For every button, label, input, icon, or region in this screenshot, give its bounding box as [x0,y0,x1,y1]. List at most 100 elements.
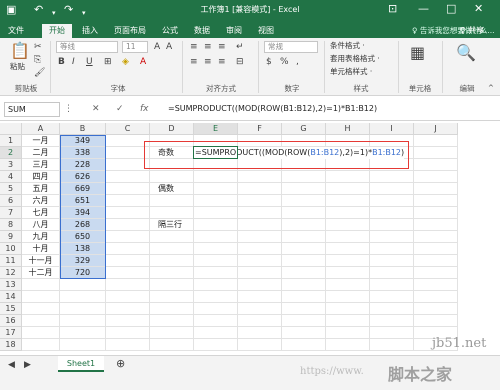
row-header-12[interactable]: 12 [0,267,22,279]
cell[interactable] [414,135,458,147]
paste-icon[interactable]: 📋 [10,42,30,60]
collapse-ribbon-icon[interactable]: ^ [488,82,494,94]
cell[interactable] [150,267,194,279]
cell[interactable] [60,339,106,351]
cells-icon[interactable]: ▦ [410,44,425,62]
cell[interactable] [194,339,238,351]
cell-a6[interactable]: 六月 [22,195,60,207]
row-header-15[interactable]: 15 [0,303,22,315]
maximize-icon[interactable]: □ [446,2,456,16]
cell[interactable] [150,279,194,291]
align-middle-icon[interactable]: ≡ [204,41,212,53]
cell[interactable] [106,171,150,183]
cell[interactable] [106,255,150,267]
cell-a2[interactable]: 二月 [22,147,60,159]
cell[interactable] [238,183,282,195]
wrap-text-icon[interactable]: ↵ [236,41,244,53]
cell[interactable] [150,315,194,327]
column-header-e[interactable]: E [194,123,238,135]
column-header-d[interactable]: D [150,123,194,135]
cell[interactable] [326,231,370,243]
column-header-h[interactable]: H [326,123,370,135]
align-right-icon[interactable]: ≡ [218,56,226,68]
cell-a3[interactable]: 三月 [22,159,60,171]
comma-style-icon[interactable]: , [296,56,299,68]
cell[interactable] [238,171,282,183]
cell[interactable] [370,327,414,339]
cell[interactable] [238,231,282,243]
cell[interactable] [414,183,458,195]
row-header-10[interactable]: 10 [0,243,22,255]
cell[interactable] [282,231,326,243]
cell[interactable] [282,327,326,339]
tab-page-layout[interactable]: 页面布局 [108,24,152,38]
cell[interactable] [150,327,194,339]
cell[interactable] [370,195,414,207]
grow-font-icon[interactable]: A [154,41,160,53]
cell[interactable] [194,315,238,327]
cell[interactable] [414,147,458,159]
cell[interactable] [238,255,282,267]
row-header-16[interactable]: 16 [0,315,22,327]
tab-data[interactable]: 数据 [190,24,214,38]
cell[interactable] [106,195,150,207]
cell[interactable] [414,207,458,219]
cell[interactable] [106,327,150,339]
cell[interactable] [370,171,414,183]
tab-view[interactable]: 视图 [254,24,278,38]
cell[interactable] [194,255,238,267]
cell-a12[interactable]: 十二月 [22,267,60,279]
column-header-b[interactable]: B [60,123,106,135]
cut-icon[interactable]: ✂ [34,41,42,53]
cell-a8[interactable]: 八月 [22,219,60,231]
cell[interactable] [414,219,458,231]
shrink-font-icon[interactable]: A [166,41,172,53]
cell[interactable] [414,291,458,303]
cell[interactable] [22,315,60,327]
row-header-6[interactable]: 6 [0,195,22,207]
cell[interactable] [414,231,458,243]
cell[interactable] [238,207,282,219]
cell-a1[interactable]: 一月 [22,135,60,147]
font-name-select[interactable]: 等线 [56,41,118,53]
cell[interactable] [414,159,458,171]
row-header-13[interactable]: 13 [0,279,22,291]
cell[interactable] [60,291,106,303]
cell[interactable] [194,267,238,279]
name-box[interactable]: SUM [4,102,60,117]
cell[interactable] [326,219,370,231]
cancel-icon[interactable]: ✕ [92,102,100,116]
cell[interactable] [238,219,282,231]
cell[interactable] [370,291,414,303]
tab-file[interactable]: 文件 [4,24,28,38]
cell[interactable] [282,195,326,207]
cell-a5[interactable]: 五月 [22,183,60,195]
cell[interactable] [414,195,458,207]
tab-formulas[interactable]: 公式 [158,24,182,38]
cell[interactable] [106,303,150,315]
cell[interactable] [326,207,370,219]
cell[interactable] [370,267,414,279]
cell[interactable] [282,255,326,267]
align-center-icon[interactable]: ≡ [204,56,212,68]
cell-a4[interactable]: 四月 [22,171,60,183]
cell[interactable] [22,339,60,351]
cell[interactable] [282,291,326,303]
cell[interactable] [106,339,150,351]
cell-a7[interactable]: 七月 [22,207,60,219]
paste-button[interactable]: 粘贴 [10,62,25,72]
cell[interactable] [194,207,238,219]
prev-sheet-icon[interactable]: ◀ [8,359,15,371]
cell[interactable] [282,243,326,255]
cell[interactable] [370,255,414,267]
cell[interactable] [60,279,106,291]
row-header-11[interactable]: 11 [0,255,22,267]
font-size-select[interactable]: 11 [122,41,148,53]
cell[interactable] [414,255,458,267]
cell[interactable] [150,303,194,315]
row-header-17[interactable]: 17 [0,327,22,339]
cell[interactable] [194,327,238,339]
cell[interactable] [194,171,238,183]
fill-color-icon[interactable]: ◈ [122,56,129,68]
ribbon-display-icon[interactable]: ⊡ [388,2,397,16]
